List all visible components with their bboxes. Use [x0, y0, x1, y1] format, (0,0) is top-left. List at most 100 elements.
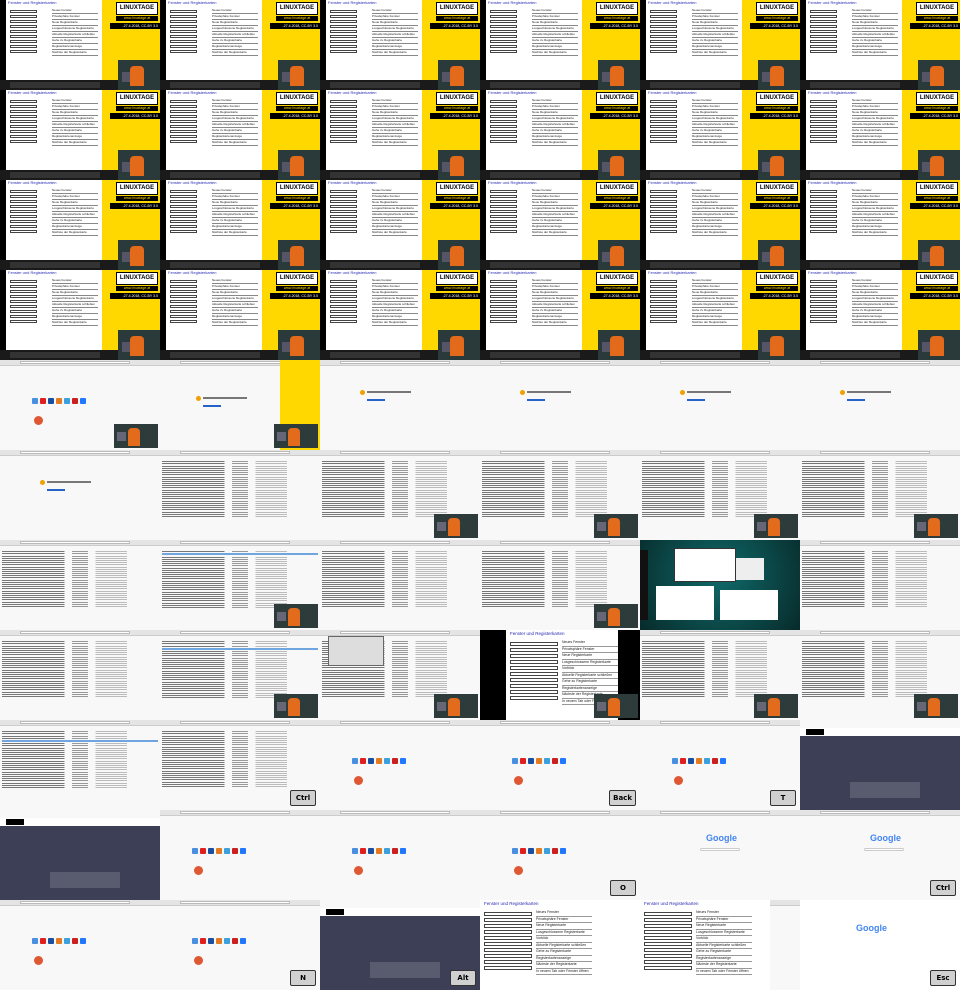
speed-dial-tile: [544, 848, 550, 854]
thumbnail-browser: [160, 540, 320, 630]
keycap-ctrl: Ctrl: [930, 880, 956, 896]
speed-dial-tile: [80, 938, 86, 944]
thumbnail-browser: Ctrl: [160, 720, 320, 810]
site-url: www.linuxtage.at: [756, 196, 798, 201]
browser-toolbar: [480, 540, 640, 546]
speed-dial-tile: [48, 938, 54, 944]
event-date: -27.4.2018, CC-BY 3.0: [430, 203, 480, 209]
site-url: www.linuxtage.at: [756, 16, 798, 21]
slide-panel: Fenster und Registerkarten Neues Fenster…: [486, 0, 582, 80]
key-diagram: [484, 910, 532, 972]
slide-title: Fenster und Registerkarten: [808, 270, 857, 275]
data-rows: [642, 460, 798, 518]
shortcut-list: Neues Fenster Privatsphäre Fenster Neue Re…: [52, 98, 98, 146]
warning-text: [203, 397, 247, 399]
thumbnail-browser: [0, 900, 160, 990]
thumbnail-slide: Fenster und Registerkarten Neues Fenster…: [320, 90, 480, 180]
slide-panel: Fenster und Registerkarten Neues Fenster…: [166, 180, 262, 260]
shortcut-item: Nächste der Registerkarte: [52, 320, 98, 326]
warning-button: [847, 399, 865, 401]
speaker-video: [118, 330, 160, 360]
thumbnail-slide: Fenster und Registerkarten Neues Fenster…: [0, 0, 160, 90]
speaker-video: [914, 694, 958, 718]
thumbnail-shortcut-slide: Fenster und Registerkarten Neues Fenster P…: [640, 900, 960, 990]
browser-window: [800, 360, 960, 450]
key-diagram: [170, 278, 208, 338]
shortcut-item: Nächste der Registerkarte: [852, 230, 898, 236]
browser-toolbar: [800, 450, 960, 456]
shortcut-item: Nächste der Registerkarte: [372, 140, 418, 146]
browser-toolbar: [160, 540, 320, 546]
speed-dial-tile: [544, 758, 550, 764]
key-diagram: [810, 188, 848, 248]
speed-dial-tile: [80, 398, 86, 404]
slide-title: Fenster und Registerkarten: [808, 0, 857, 5]
thumbnail-slide: Fenster und Registerkarten Neues Fenster…: [640, 180, 800, 270]
thumbnail-slide: Fenster und Registerkarten Neues Fenster…: [480, 90, 640, 180]
shortcut-list: Neues Fenster Privatsphäre Fenster Neue Re…: [52, 188, 98, 236]
speaker-video: [598, 60, 640, 90]
slide-panel: Fenster und Registerkarten Neues Fenster…: [326, 90, 422, 170]
browser-toolbar: [0, 360, 160, 366]
shortcut-list: Neues Fenster Privatsphäre Fenster Neue Re…: [52, 8, 98, 56]
event-date: -27.4.2018, CC-BY 3.0: [590, 113, 640, 119]
shortcut-item: Nächste der Registerkarte: [52, 50, 98, 56]
speaker-video: [278, 240, 320, 270]
linuxtage-logo: LINUXTAGE: [276, 92, 318, 105]
linuxtage-logo: LINUXTAGE: [916, 182, 958, 195]
slide-title: Fenster und Registerkarten: [488, 180, 537, 185]
warning-text: [47, 481, 91, 483]
event-date: -27.4.2018, CC-BY 3.0: [910, 203, 960, 209]
data-rows: [162, 460, 318, 518]
event-date: -27.4.2018, CC-BY 3.0: [750, 293, 800, 299]
thumbnail-slide: Fenster und Registerkarten Neues Fenster…: [320, 0, 480, 90]
data-rows: [2, 730, 158, 789]
event-date: -27.4.2018, CC-BY 3.0: [590, 293, 640, 299]
thumbnail-slide: Fenster und Registerkarten Neues Fenster…: [640, 270, 800, 360]
key-diagram: [650, 188, 688, 248]
speed-dial-tile: [376, 848, 382, 854]
browser-toolbar: [160, 900, 320, 906]
slide-panel: Fenster und Registerkarten Neues Fenster…: [166, 270, 262, 350]
speed-dial-tile: [552, 848, 558, 854]
keycap-t: T: [770, 790, 796, 806]
speaker-video: [918, 60, 960, 90]
slide-title: Fenster und Registerkarten: [328, 270, 377, 275]
speaker-video: [438, 150, 480, 180]
browser-toolbar: [480, 720, 640, 726]
event-date: -27.4.2018, CC-BY 3.0: [270, 203, 320, 209]
thumbnail-slide: Fenster und Registerkarten Neues Fenster…: [640, 0, 800, 90]
event-date: -27.4.2018, CC-BY 3.0: [910, 113, 960, 119]
browser-toolbar: [800, 540, 960, 546]
key-diagram: [170, 188, 208, 248]
speaker-video: [278, 60, 320, 90]
key-diagram: [490, 278, 528, 338]
duckduckgo-logo: [514, 776, 523, 785]
desktop-window: [736, 558, 764, 580]
speaker-video: [598, 240, 640, 270]
data-rows: [2, 640, 158, 698]
warning-button: [47, 489, 65, 491]
warning-text: [847, 391, 891, 393]
event-date: -27.4.2018, CC-BY 3.0: [270, 113, 320, 119]
speaker-video: [594, 694, 638, 718]
speed-dial-tile: [216, 938, 222, 944]
thumbnail-browser: [160, 630, 320, 720]
key-diagram: [810, 278, 848, 338]
site-url: www.linuxtage.at: [916, 106, 958, 111]
thumbnail-browser: T: [640, 720, 800, 810]
speed-dial-tile: [352, 758, 358, 764]
speed-dial-tile: [672, 758, 678, 764]
browser-toolbar: [640, 810, 800, 816]
site-url: www.linuxtage.at: [916, 196, 958, 201]
speed-dial-tile: [368, 848, 374, 854]
thumbnail-browser: N: [160, 900, 320, 990]
browser-toolbar: [160, 720, 320, 726]
shortcut-item: Nächste der Registerkarte: [852, 50, 898, 56]
thumbnail-site: Alt: [320, 900, 480, 990]
keycap-n: N: [290, 970, 316, 986]
speaker-video: [914, 514, 958, 538]
speaker-video: [278, 330, 320, 360]
key-diagram: [810, 8, 848, 68]
site-url: www.linuxtage.at: [116, 106, 158, 111]
